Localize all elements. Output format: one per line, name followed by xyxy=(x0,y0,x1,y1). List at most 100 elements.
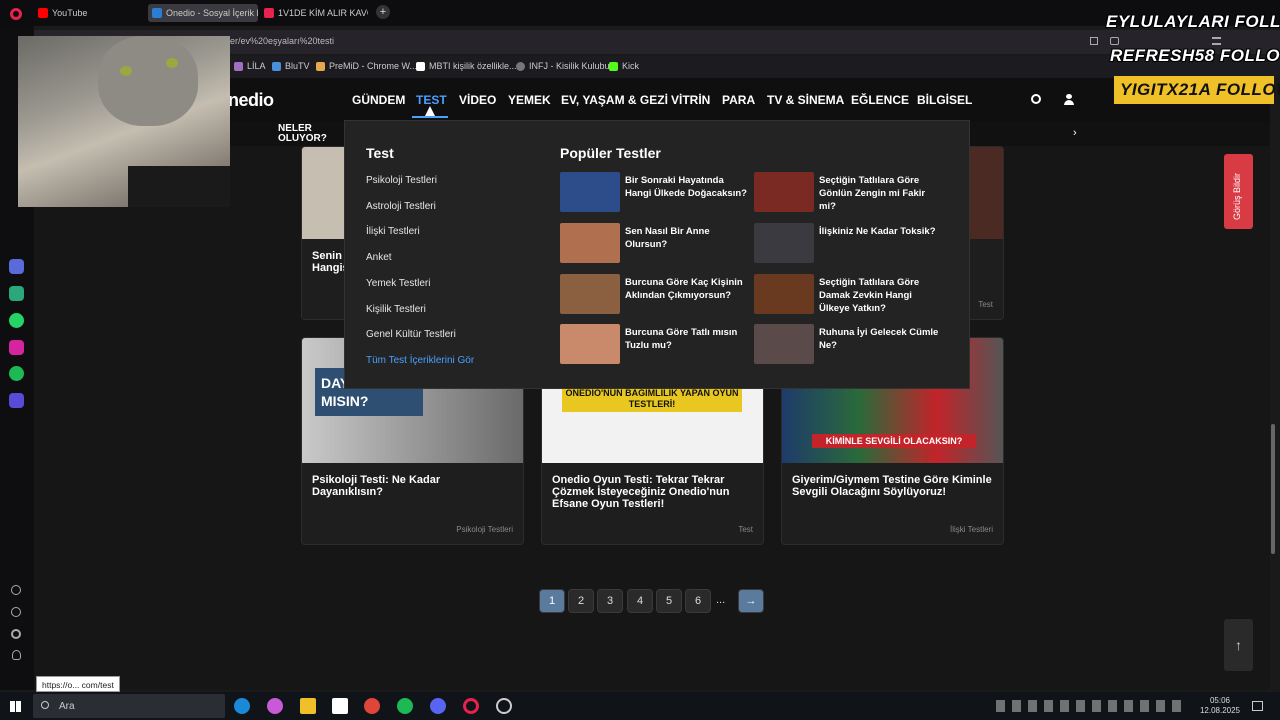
next-page-button[interactable]: → xyxy=(738,589,764,613)
card-top-right[interactable]: Test xyxy=(964,146,1004,320)
popular-test-title: Burcuna Göre Kaç Kişinin Aklından Çıkmıy… xyxy=(625,277,743,301)
popular-test-title: Seçtiğin Tatlılara Göre Gönlün Zengin mi… xyxy=(819,175,926,212)
story-label[interactable]: NELER OLUYOR? xyxy=(278,124,338,144)
popular-test-title: Seçtiğin Tatlılara Göre Damak Zevkin Han… xyxy=(819,277,920,314)
scroll-to-top-button[interactable]: ↑ xyxy=(1224,619,1253,671)
popular-test-item[interactable]: Sen Nasıl Bir Anne Olursun? xyxy=(560,223,750,267)
opera-icon[interactable] xyxy=(463,698,479,714)
popular-test-item[interactable]: Seçtiğin Tatlılara Göre Damak Zevkin Han… xyxy=(754,274,944,318)
windows-start-icon[interactable] xyxy=(10,701,21,712)
thumb-text: KİMİNLE SEVGİLİ OLACAKSIN? xyxy=(812,434,976,448)
menu-link-astroloji[interactable]: Astroloji Testleri xyxy=(366,201,436,212)
menu-link-iliski[interactable]: İlişki Testleri xyxy=(366,226,420,237)
menu-link-kisilik[interactable]: Kişilik Testleri xyxy=(366,304,426,315)
page-3-button[interactable]: 3 xyxy=(597,589,623,613)
nav-video[interactable]: VİDEO xyxy=(459,93,496,107)
user-icon[interactable] xyxy=(1064,94,1074,105)
bookmark-infj[interactable]: INFJ - Kisilik Kulubu xyxy=(516,61,610,71)
menu-icon[interactable] xyxy=(1212,37,1221,45)
nav-test[interactable]: TEST xyxy=(416,93,447,107)
popular-test-title: İlişkiniz Ne Kadar Toksik? xyxy=(819,226,936,237)
app-icon[interactable] xyxy=(496,698,512,714)
menu-heading-popular: Popüler Testler xyxy=(560,145,661,161)
nav-tv-sinema[interactable]: TV & SİNEMA xyxy=(767,93,844,107)
menu-link-genel-kultur[interactable]: Genel Kültür Testleri xyxy=(366,329,456,340)
page-ellipsis: ... xyxy=(716,594,726,606)
nav-yemek[interactable]: YEMEK xyxy=(508,93,551,107)
page-6-button[interactable]: 6 xyxy=(685,589,711,613)
camera-icon[interactable] xyxy=(1110,37,1119,45)
menu-link-yemek[interactable]: Yemek Testleri xyxy=(366,278,430,289)
opera-logo-icon[interactable] xyxy=(10,8,22,20)
menu-link-anket[interactable]: Anket xyxy=(366,252,392,263)
spotify-icon[interactable] xyxy=(9,366,24,381)
feedback-button[interactable]: Görüş Bildir xyxy=(1224,154,1253,229)
whatsapp-icon[interactable] xyxy=(9,313,24,328)
bookmark-premid[interactable]: PreMiD - Chrome W... xyxy=(316,61,417,71)
nav-para[interactable]: PARA xyxy=(722,93,755,107)
store-icon[interactable] xyxy=(332,698,348,714)
popular-test-thumbnail xyxy=(754,223,814,263)
nav-eglence[interactable]: EĞLENCE xyxy=(851,93,909,107)
nav-vitrin[interactable]: VİTRİN xyxy=(671,93,710,107)
player-icon[interactable] xyxy=(9,393,24,408)
page-4-button[interactable]: 4 xyxy=(627,589,653,613)
nav-bilgisel[interactable]: BİLGİSEL xyxy=(917,93,972,107)
popular-test-item[interactable]: İlişkiniz Ne Kadar Toksik? xyxy=(754,223,944,267)
chrome-icon[interactable] xyxy=(364,698,380,714)
discord-icon[interactable] xyxy=(430,698,446,714)
story-chevron-icon[interactable]: › xyxy=(1073,127,1077,139)
popular-test-item[interactable]: Burcuna Göre Tatlı mısın Tuzlu mu? xyxy=(560,324,750,368)
menu-link-all-tests[interactable]: Tüm Test İçeriklerini Gör xyxy=(366,355,474,366)
popular-test-thumbnail xyxy=(754,274,814,314)
tab-kick[interactable]: 1V1DE KİM ALIR KAVGA(S xyxy=(260,4,368,22)
popular-test-item[interactable]: Burcuna Göre Kaç Kişinin Aklından Çıkmıy… xyxy=(560,274,750,318)
webcam-overlay xyxy=(18,36,230,207)
google-icon xyxy=(416,62,425,71)
nav-ev-yasam-gezi[interactable]: EV, YAŞAM & GEZİ xyxy=(561,93,668,107)
bookmark-mbti[interactable]: MBTI kişilik özellikle... xyxy=(416,61,517,71)
bookmark-lila[interactable]: LİLA xyxy=(234,61,266,71)
tab-youtube[interactable]: YouTube xyxy=(34,4,140,22)
popular-test-item[interactable]: Ruhuna İyi Gelecek Cümle Ne? xyxy=(754,324,944,368)
share-icon[interactable] xyxy=(1090,37,1098,45)
chatgpt-icon[interactable] xyxy=(9,286,24,301)
mouse-cursor xyxy=(425,106,435,116)
tab-onedio[interactable]: Onedio - Sosyal İçerik Pla xyxy=(148,4,258,22)
card-title: Psikoloji Testi: Ne Kadar Dayanıklısın? xyxy=(312,474,441,498)
bookmark-kick[interactable]: Kick xyxy=(609,61,639,71)
taskbar-clock[interactable]: 05:06 12.08.2025 xyxy=(1195,696,1245,716)
menu-link-psikoloji[interactable]: Psikoloji Testleri xyxy=(366,175,437,186)
spotify-icon[interactable] xyxy=(397,698,413,714)
aria-icon[interactable] xyxy=(9,259,24,274)
bookmark-blutv[interactable]: BluTV xyxy=(272,61,310,71)
page-1-button[interactable]: 1 xyxy=(539,589,565,613)
history-icon[interactable] xyxy=(11,607,21,617)
search-icon xyxy=(41,701,49,709)
popular-test-item[interactable]: Bir Sonraki Hayatında Hangi Ülkede Doğac… xyxy=(560,172,750,216)
heart-icon[interactable] xyxy=(11,585,21,595)
globe-icon xyxy=(516,62,525,71)
popular-test-item[interactable]: Seçtiğin Tatlılara Göre Gönlün Zengin mi… xyxy=(754,172,944,216)
notification-icon[interactable] xyxy=(1252,701,1263,711)
new-tab-button[interactable]: + xyxy=(376,5,390,19)
edge-icon[interactable] xyxy=(234,698,250,714)
copilot-icon[interactable] xyxy=(267,698,283,714)
page-scrollbar[interactable] xyxy=(1271,424,1275,554)
taskbar-search-label: Ara xyxy=(59,701,75,712)
lightbulb-icon[interactable] xyxy=(12,650,21,660)
system-tray[interactable] xyxy=(996,700,1182,712)
site-logo[interactable]: nedio xyxy=(228,90,274,111)
page-5-button[interactable]: 5 xyxy=(656,589,682,613)
page-2-button[interactable]: 2 xyxy=(568,589,594,613)
nav-gundem[interactable]: GÜNDEM xyxy=(352,93,405,107)
popular-test-thumbnail xyxy=(560,324,620,364)
search-icon[interactable] xyxy=(1031,94,1041,104)
url-field[interactable]: er/ev%20eşyaları%20testi xyxy=(230,36,334,46)
settings-icon[interactable] xyxy=(11,629,21,639)
card-top-left[interactable]: Senin Hangis xyxy=(301,146,349,320)
cat-head xyxy=(98,36,198,126)
card-thumbnail xyxy=(965,147,1003,239)
explorer-icon[interactable] xyxy=(300,698,316,714)
instagram-icon[interactable] xyxy=(9,340,24,355)
